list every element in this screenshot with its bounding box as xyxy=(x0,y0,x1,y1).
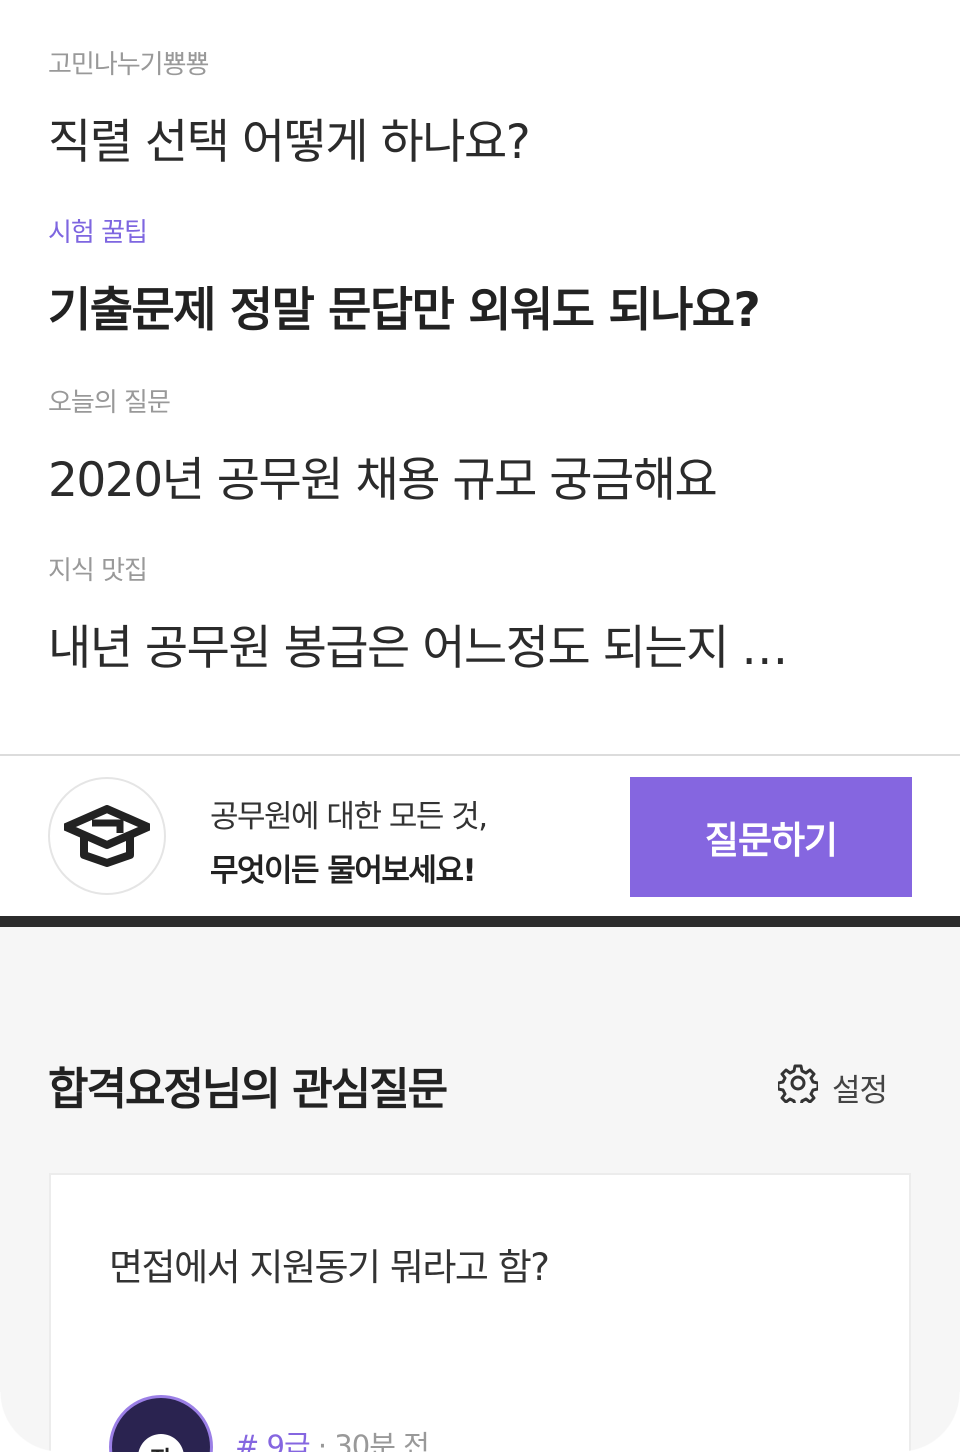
section-title: 합격요정님의 관심질문 xyxy=(48,1064,448,1115)
question-list: 고민나누기뿅뿅 직렬 선택 어떻게 하나요? 시험 꿀팁 기출문제 정말 문답만… xyxy=(0,0,960,755)
list-item[interactable]: 시험 꿀팁 기출문제 정말 문답만 외워도 되나요? xyxy=(48,212,912,340)
ask-question-button[interactable]: 질문하기 xyxy=(630,777,912,897)
settings-button[interactable]: 설정 xyxy=(776,1063,888,1111)
card-question[interactable]: 면접에서 지원동기 뭐라고 함? xyxy=(109,1237,550,1291)
list-item[interactable]: 오늘의 질문 2020년 공무원 채용 규모 궁금해요 xyxy=(48,382,912,510)
question-title[interactable]: 내년 공무원 봉급은 어느정도 되는지 … xyxy=(48,609,912,678)
question-title[interactable]: 직렬 선택 어떻게 하나요? xyxy=(48,103,912,172)
list-item[interactable]: 지식 맛집 내년 공무원 봉급은 어느정도 되는지 … xyxy=(48,550,912,678)
question-title[interactable]: 2020년 공무원 채용 규모 궁금해요 xyxy=(48,441,912,510)
question-category: 지식 맛집 xyxy=(48,556,148,586)
question-title[interactable]: 기출문제 정말 문답만 외워도 되나요? xyxy=(48,271,912,340)
avatar-label: 장 xyxy=(138,1434,184,1452)
section-divider xyxy=(0,916,960,927)
post-time: · 30분 전 xyxy=(317,1429,430,1452)
list-item[interactable]: 고민나누기뿅뿅 직렬 선택 어떻게 하나요? xyxy=(48,44,912,172)
frame-corner xyxy=(900,1392,960,1452)
question-category: 오늘의 질문 xyxy=(48,388,171,418)
avatar[interactable]: 장 xyxy=(109,1395,213,1452)
interest-section: 합격요정님의 관심질문 설정 면접에서 지원동기 뭐라고 함? 장 # 9급 ·… xyxy=(0,927,960,1452)
card-meta: # 9급 · 30분 전 xyxy=(235,1423,430,1452)
graduation-cap-logo-icon xyxy=(48,777,166,895)
question-card[interactable]: 면접에서 지원동기 뭐라고 함? 장 # 9급 · 30분 전 xyxy=(49,1173,911,1452)
ask-prompt: 공무원에 대한 모든 것, 무엇이든 물어보세요! xyxy=(210,790,488,898)
grade-tag[interactable]: # 9급 xyxy=(235,1429,311,1452)
ask-prompt-line2: 무엇이든 물어보세요! xyxy=(210,853,477,889)
frame-corner xyxy=(0,1392,60,1452)
settings-label: 설정 xyxy=(832,1072,888,1109)
gear-icon xyxy=(776,1063,820,1111)
ask-prompt-line1: 공무원에 대한 모든 것, xyxy=(210,799,488,835)
question-category: 고민나누기뿅뿅 xyxy=(48,50,209,80)
ask-banner: 공무원에 대한 모든 것, 무엇이든 물어보세요! 질문하기 xyxy=(0,756,960,916)
question-category: 시험 꿀팁 xyxy=(48,218,148,248)
